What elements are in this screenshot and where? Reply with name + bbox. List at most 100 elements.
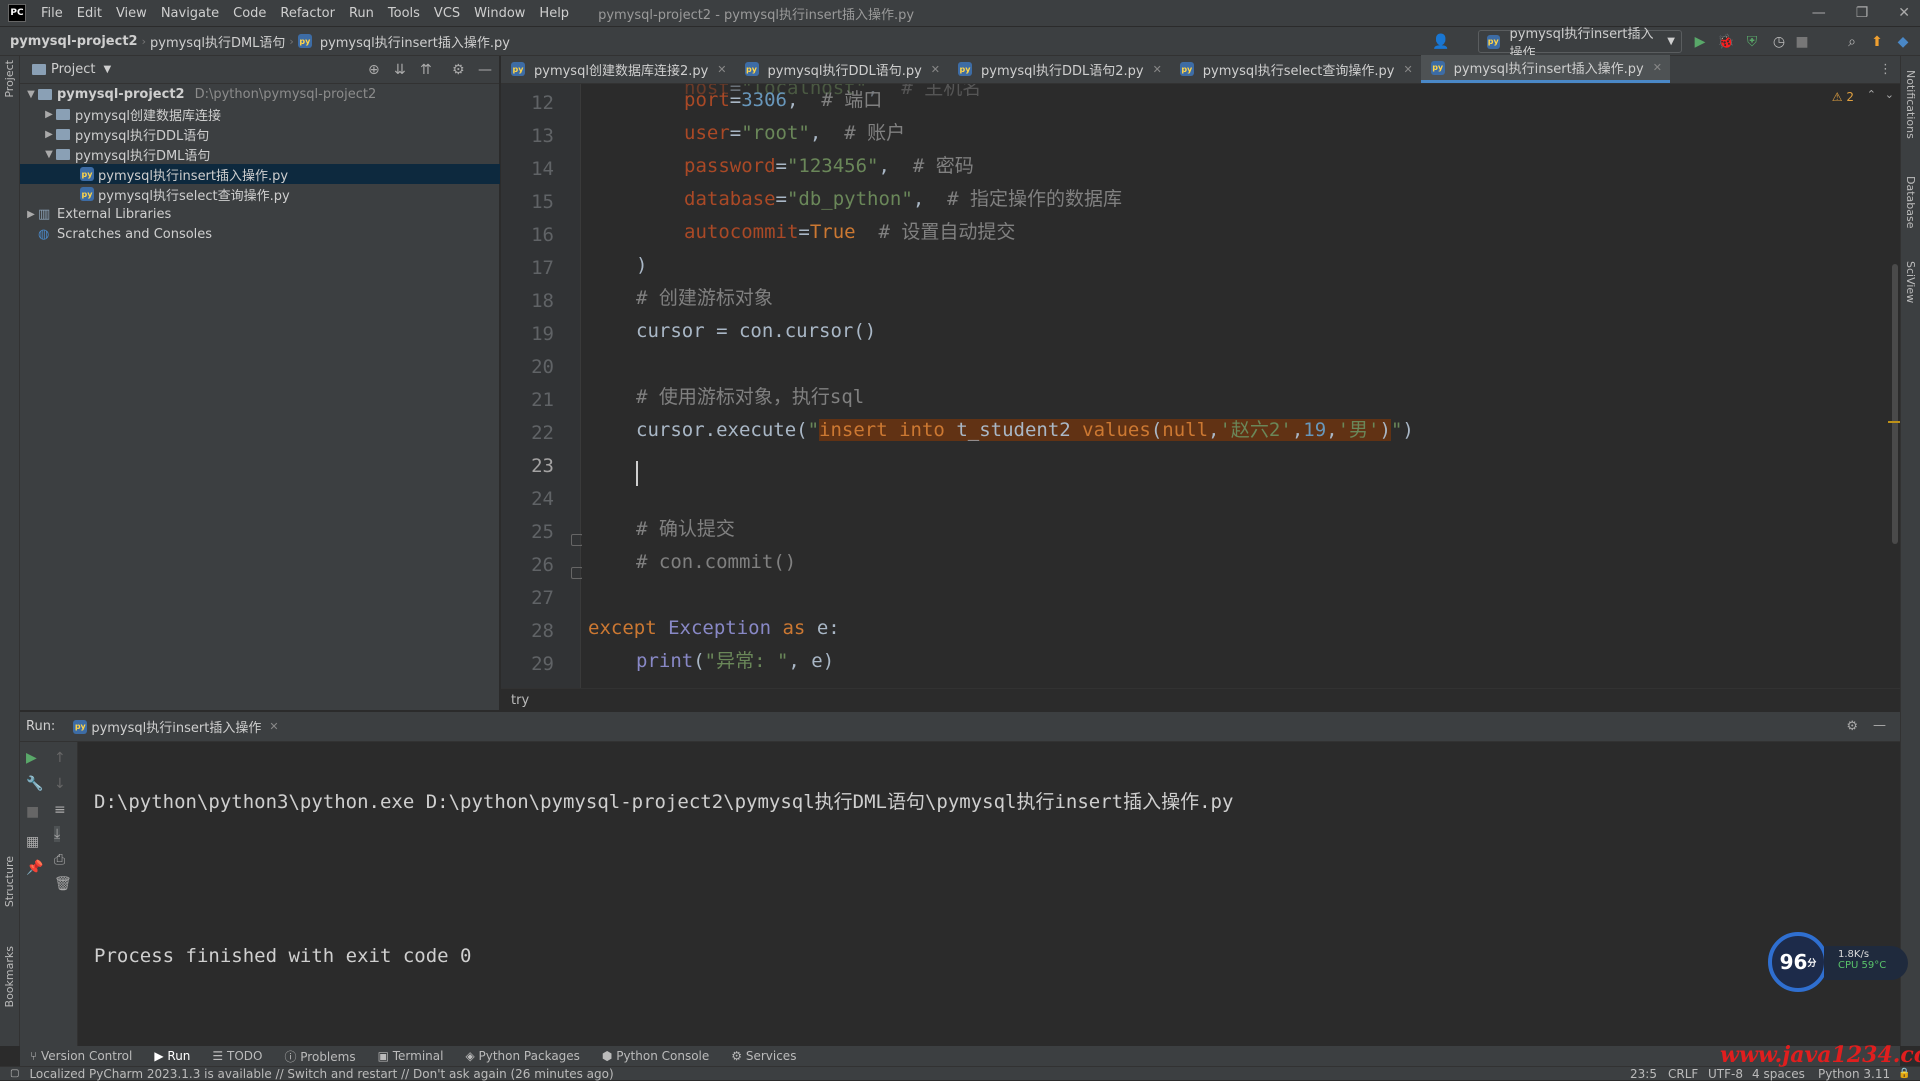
tree-item-file[interactable]: py pymysql执行select查询操作.py bbox=[20, 184, 500, 204]
code-editor[interactable]: host="localhost", # 主机名 port=3306, # 端口 … bbox=[582, 84, 1900, 688]
menu-refactor[interactable]: Refactor bbox=[273, 6, 342, 21]
tree-item-file-selected[interactable]: py pymysql执行insert插入操作.py bbox=[20, 164, 500, 184]
tab-create-connection2[interactable]: py pymysql创建数据库连接2.py ✕ bbox=[501, 55, 735, 83]
restore-icon[interactable]: ❐ bbox=[1856, 5, 1869, 21]
close-tab-icon[interactable]: ✕ bbox=[1153, 63, 1162, 76]
scroll-to-end-icon[interactable]: ⤓ bbox=[54, 826, 61, 842]
menu-file[interactable]: File bbox=[34, 6, 70, 21]
close-tab-icon[interactable]: ✕ bbox=[931, 63, 940, 76]
menu-view[interactable]: View bbox=[109, 6, 154, 21]
tool-run[interactable]: ▶ Run bbox=[154, 1049, 190, 1063]
menu-help[interactable]: Help bbox=[532, 6, 576, 21]
database-tool-label[interactable]: Database bbox=[1904, 176, 1917, 229]
tab-insert-active[interactable]: py pymysql执行insert插入操作.py ✕ bbox=[1420, 55, 1670, 83]
chevron-down-icon[interactable]: ⌄ bbox=[1885, 88, 1894, 101]
menu-code[interactable]: Code bbox=[226, 6, 273, 21]
project-panel-title[interactable]: Project bbox=[51, 62, 95, 77]
menu-edit[interactable]: Edit bbox=[70, 6, 109, 21]
lock-icon[interactable]: 🔒 bbox=[1898, 1068, 1910, 1079]
console-output[interactable]: D:\python\python3\python.exe D:\python\p… bbox=[94, 742, 1233, 1017]
soft-wrap-icon[interactable]: ≡ bbox=[54, 802, 66, 818]
menu-vcs[interactable]: VCS bbox=[427, 6, 467, 21]
arrow-down-icon[interactable]: ↓ bbox=[54, 776, 66, 792]
close-tab-icon[interactable]: ✕ bbox=[1653, 61, 1662, 74]
layout-icon[interactable]: ▢ bbox=[10, 1068, 19, 1079]
tab-ddl[interactable]: py pymysql执行DDL语句.py ✕ bbox=[735, 55, 949, 83]
tool-todo[interactable]: ☰ TODO bbox=[212, 1049, 262, 1063]
pin-icon[interactable]: 📌 bbox=[26, 860, 43, 876]
tool-python-packages[interactable]: ◈ Python Packages bbox=[465, 1049, 579, 1063]
expand-all-icon[interactable]: ⇊ bbox=[394, 62, 406, 78]
tree-item-folder[interactable]: ▶ pymysql执行DDL语句 bbox=[20, 124, 500, 144]
minimize-icon[interactable]: — bbox=[1812, 5, 1826, 21]
breadcrumb-project[interactable]: pymysql-project2 bbox=[0, 34, 142, 49]
hide-panel-icon[interactable]: — bbox=[478, 62, 492, 78]
menu-run[interactable]: Run bbox=[342, 6, 381, 21]
user-icon[interactable]: 👤 bbox=[1432, 33, 1450, 51]
tree-item-external-libraries[interactable]: ▶ ▥ External Libraries bbox=[20, 204, 500, 224]
tab-select[interactable]: py pymysql执行select查询操作.py ✕ bbox=[1170, 55, 1421, 83]
editor-scrollbar[interactable] bbox=[1892, 264, 1898, 544]
tree-item-project-root[interactable]: ▼ pymysql-project2 D:\python\pymysql-pro… bbox=[20, 84, 500, 104]
project-tool-label[interactable]: Project bbox=[3, 60, 16, 98]
tree-item-folder[interactable]: ▶ pymysql创建数据库连接 bbox=[20, 104, 500, 124]
print-icon[interactable]: ⎙ bbox=[54, 852, 65, 868]
profile-icon[interactable]: ◷ bbox=[1770, 33, 1788, 51]
tab-ddl2[interactable]: py pymysql执行DDL语句2.py ✕ bbox=[948, 55, 1170, 83]
run-tab-label[interactable]: pymysql执行insert插入操作 bbox=[91, 717, 261, 736]
warning-indicator[interactable]: ⚠ 2 bbox=[1832, 90, 1854, 104]
gear-icon[interactable]: ⚙ bbox=[452, 62, 465, 78]
layout-icon[interactable]: ▦ bbox=[26, 834, 39, 850]
line-separator[interactable]: CRLF bbox=[1668, 1067, 1698, 1081]
tool-services[interactable]: ⚙ Services bbox=[731, 1049, 796, 1063]
gear-icon[interactable]: ⚙ bbox=[1846, 719, 1858, 734]
error-stripe-mark[interactable] bbox=[1888, 421, 1900, 423]
close-tab-icon[interactable]: ✕ bbox=[717, 63, 726, 76]
more-tabs-icon[interactable]: ⋮ bbox=[1879, 62, 1892, 77]
debug-icon[interactable]: 🐞 bbox=[1717, 33, 1735, 51]
caret-position[interactable]: 23:5 bbox=[1630, 1067, 1657, 1081]
file-encoding[interactable]: UTF-8 bbox=[1708, 1067, 1743, 1081]
close-tab-icon[interactable]: ✕ bbox=[1403, 63, 1412, 76]
sciview-tool-label[interactable]: SciView bbox=[1904, 261, 1917, 303]
search-icon[interactable]: ⌕ bbox=[1843, 33, 1861, 51]
wrench-icon[interactable]: 🔧 bbox=[26, 776, 43, 792]
stop-icon[interactable]: ■ bbox=[26, 804, 39, 820]
close-icon[interactable]: ✕ bbox=[1898, 5, 1910, 21]
tool-terminal[interactable]: ▣ Terminal bbox=[378, 1049, 444, 1063]
editor-breadcrumb[interactable]: try bbox=[501, 688, 1900, 712]
rerun-icon[interactable]: ▶ bbox=[26, 750, 37, 766]
arrow-up-icon[interactable]: ↑ bbox=[54, 750, 66, 766]
tree-item-folder[interactable]: ▼ pymysql执行DML语句 bbox=[20, 144, 500, 164]
menu-navigate[interactable]: Navigate bbox=[154, 6, 226, 21]
breadcrumb-folder[interactable]: pymysql执行DML语句 bbox=[146, 32, 289, 51]
chevron-up-icon[interactable]: ⌃ bbox=[1867, 88, 1876, 101]
indent-setting[interactable]: 4 spaces bbox=[1752, 1067, 1805, 1081]
hide-panel-icon[interactable]: — bbox=[1873, 718, 1886, 733]
run-panel-header: Run: py pymysql执行insert插入操作 ✕ ⚙ — bbox=[20, 712, 1900, 742]
locate-icon[interactable]: ⊕ bbox=[368, 62, 380, 78]
tree-item-scratches[interactable]: ◍ Scratches and Consoles bbox=[20, 224, 500, 244]
menu-tools[interactable]: Tools bbox=[381, 6, 427, 21]
chevron-down-icon[interactable]: ▼ bbox=[103, 64, 111, 75]
trash-icon[interactable]: 🗑 bbox=[54, 876, 72, 892]
stop-icon[interactable]: ■ bbox=[1793, 33, 1811, 51]
tool-problems[interactable]: ⓘ Problems bbox=[284, 1048, 355, 1065]
status-message[interactable]: Localized PyCharm 2023.1.3 is available … bbox=[29, 1067, 613, 1081]
menu-window[interactable]: Window bbox=[467, 6, 532, 21]
python-interpreter[interactable]: Python 3.11 bbox=[1818, 1067, 1890, 1081]
close-tab-icon[interactable]: ✕ bbox=[269, 720, 278, 733]
bookmarks-tool-label[interactable]: Bookmarks bbox=[3, 946, 16, 1007]
run-configuration-select[interactable]: py pymysql执行insert插入操作 ▼ bbox=[1478, 27, 1682, 61]
run-icon[interactable]: ▶ bbox=[1691, 33, 1709, 51]
notifications-tool-label[interactable]: Notifications bbox=[1904, 70, 1917, 139]
coverage-icon[interactable]: ⛨ bbox=[1743, 33, 1761, 51]
tool-version-control[interactable]: ⑂ Version Control bbox=[30, 1049, 132, 1063]
update-icon[interactable]: ⬆ bbox=[1868, 33, 1886, 51]
breadcrumb-file[interactable]: pymysql执行insert插入操作.py bbox=[316, 32, 514, 51]
collapse-all-icon[interactable]: ⇈ bbox=[420, 62, 432, 78]
structure-tool-label[interactable]: Structure bbox=[3, 856, 16, 907]
system-monitor-widget[interactable]: 96 分 1.8K/s CPU 59°C bbox=[1768, 932, 1908, 998]
tool-python-console[interactable]: ⬢ Python Console bbox=[602, 1049, 709, 1063]
plugin-icon[interactable]: ◆ bbox=[1894, 33, 1912, 51]
